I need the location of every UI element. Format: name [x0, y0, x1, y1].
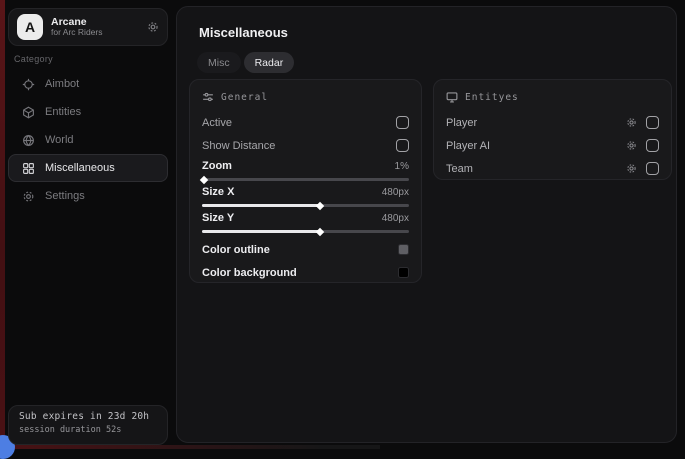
zoom-value: 1% [395, 161, 409, 172]
size-y-slider[interactable] [202, 230, 409, 233]
sidebar-item-world[interactable]: World [8, 126, 168, 154]
sidebar-item-label: Aimbot [45, 78, 79, 90]
sidebar-item-entities[interactable]: Entities [8, 98, 168, 126]
entity-row-team: Team [446, 157, 659, 180]
brand-gear-icon[interactable] [147, 21, 159, 33]
player-checkbox[interactable] [646, 116, 659, 129]
gear-icon [22, 190, 35, 203]
size-x-value: 480px [382, 187, 409, 198]
show-distance-checkbox[interactable] [396, 139, 409, 152]
background-red-edge [0, 0, 5, 449]
globe-icon [22, 134, 35, 147]
cube-icon [22, 106, 35, 119]
sub-expiry-text: Sub expires in 23d 20h [19, 411, 157, 422]
zoom-slider[interactable] [202, 178, 409, 181]
setting-row-active: Active [202, 111, 409, 134]
active-checkbox[interactable] [396, 116, 409, 129]
gear-icon[interactable] [626, 163, 637, 174]
gear-icon[interactable] [626, 117, 637, 128]
category-label: Category [14, 54, 53, 64]
setting-row-show-distance: Show Distance [202, 134, 409, 157]
size-y-value: 480px [382, 213, 409, 224]
sidebar-item-label: Miscellaneous [45, 162, 115, 174]
player-ai-checkbox[interactable] [646, 139, 659, 152]
main-window: Miscellaneous Misc Radar General Active … [176, 6, 677, 443]
slider-thumb[interactable] [316, 201, 324, 209]
sidebar-item-label: Entities [45, 106, 81, 118]
sidebar: A Arcane for Arc Riders Category Aimbot [8, 0, 168, 449]
page-title: Miscellaneous [199, 25, 288, 40]
sidebar-nav: Aimbot Entities World [8, 70, 168, 210]
sidebar-item-settings[interactable]: Settings [8, 182, 168, 210]
panel-general: General Active Show Distance Zoom 1% Siz… [189, 79, 422, 283]
sidebar-item-label: Settings [45, 190, 85, 202]
session-duration-text: session duration 52s [19, 425, 157, 435]
subscription-card: Sub expires in 23d 20h session duration … [8, 405, 168, 445]
panel-general-title: General [221, 92, 268, 103]
entity-row-player: Player [446, 111, 659, 134]
panel-entities: Entityes Player Player AI [433, 79, 672, 180]
sidebar-item-aimbot[interactable]: Aimbot [8, 70, 168, 98]
sliders-icon [202, 91, 214, 103]
size-x-slider[interactable] [202, 204, 409, 207]
setting-row-size-y: Size Y 480px [202, 212, 409, 233]
entity-row-player-ai: Player AI [446, 134, 659, 157]
team-checkbox[interactable] [646, 162, 659, 175]
app-logo: A [17, 14, 43, 40]
setting-row-color-background: Color background [202, 261, 409, 284]
crosshair-icon [22, 78, 35, 91]
brand-card: A Arcane for Arc Riders [8, 8, 168, 46]
slider-thumb[interactable] [316, 227, 324, 235]
setting-row-size-x: Size X 480px [202, 186, 409, 207]
color-outline-swatch[interactable] [398, 244, 409, 255]
monitor-icon [446, 91, 458, 103]
setting-row-color-outline: Color outline [202, 238, 409, 261]
color-background-swatch[interactable] [398, 267, 409, 278]
grid-icon [22, 162, 35, 175]
tab-radar[interactable]: Radar [244, 52, 295, 73]
tab-misc[interactable]: Misc [197, 52, 241, 73]
app-subtitle: for Arc Riders [51, 28, 139, 38]
panel-entities-title: Entityes [465, 92, 519, 103]
tab-bar: Misc Radar [197, 52, 294, 73]
sidebar-item-miscellaneous[interactable]: Miscellaneous [8, 154, 168, 182]
gear-icon[interactable] [626, 140, 637, 151]
setting-row-zoom: Zoom 1% [202, 160, 409, 181]
sidebar-item-label: World [45, 134, 74, 146]
slider-thumb[interactable] [200, 175, 208, 183]
